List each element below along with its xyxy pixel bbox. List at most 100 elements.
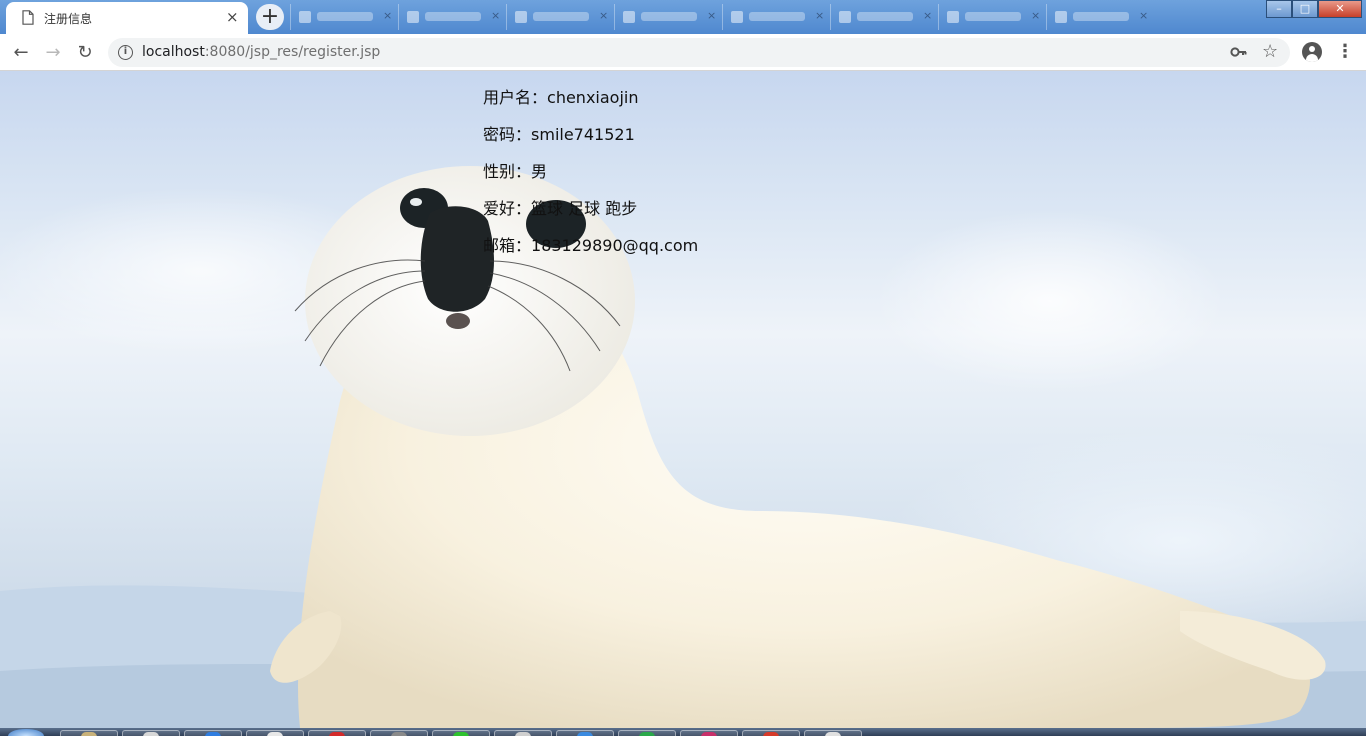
app-icon <box>763 732 779 736</box>
taskbar-button[interactable] <box>308 730 366 736</box>
background-tab[interactable]: × <box>398 4 506 30</box>
new-tab-button[interactable]: + <box>256 4 284 30</box>
field-label: 密码： <box>483 125 532 144</box>
field-label: 性别： <box>483 162 532 181</box>
app-icon <box>267 732 283 736</box>
app-icon <box>205 732 221 736</box>
url-path: :8080/jsp_res/register.jsp <box>204 44 381 60</box>
tab-close-icon[interactable]: × <box>707 9 716 22</box>
field-label: 用户名： <box>483 88 548 107</box>
maximize-button[interactable]: □ <box>1292 0 1318 18</box>
taskbar-button[interactable] <box>246 730 304 736</box>
tab-close-icon[interactable]: × <box>815 9 824 22</box>
site-info-icon[interactable]: i <box>118 45 133 60</box>
page-viewport: 用户名：chenxiaojin 密码：smile741521 性别：男 爱好：篮… <box>0 71 1366 728</box>
taskbar <box>0 728 1366 736</box>
tab-close-icon[interactable]: × <box>491 9 500 22</box>
background-tab[interactable]: × <box>290 4 398 30</box>
info-email: 邮箱：183129890@qq.com <box>483 235 698 272</box>
tab-title <box>317 12 373 21</box>
taskbar-button[interactable] <box>432 730 490 736</box>
info-username: 用户名：chenxiaojin <box>483 87 698 124</box>
field-value: chenxiaojin <box>547 88 639 107</box>
tab-title <box>425 12 481 21</box>
app-icon <box>701 732 717 736</box>
field-label: 邮箱： <box>483 236 532 255</box>
tab-title <box>965 12 1021 21</box>
field-value: smile741521 <box>531 125 635 144</box>
tab-title <box>641 12 697 21</box>
taskbar-button[interactable] <box>804 730 862 736</box>
tab-close-icon[interactable]: × <box>923 9 932 22</box>
bookmark-star-icon[interactable]: ☆ <box>1262 41 1278 62</box>
tab-favicon-icon <box>515 11 527 23</box>
key-icon[interactable] <box>1230 44 1248 60</box>
tab-favicon-icon <box>947 11 959 23</box>
field-label: 爱好： <box>483 199 532 218</box>
account-icon[interactable] <box>1302 42 1322 62</box>
tab-title: 注册信息 <box>44 12 93 26</box>
tab-close-icon[interactable]: × <box>226 8 239 26</box>
field-value: 183129890@qq.com <box>531 236 699 255</box>
field-value: 篮球 足球 跑步 <box>531 199 638 218</box>
taskbar-button[interactable] <box>494 730 552 736</box>
tab-favicon-icon <box>407 11 419 23</box>
field-value: 男 <box>531 162 548 181</box>
background-tab[interactable]: × <box>830 4 938 30</box>
tab-favicon-icon <box>731 11 743 23</box>
window-controls: – □ ✕ <box>1266 0 1362 18</box>
taskbar-button[interactable] <box>60 730 118 736</box>
tab-favicon-icon <box>839 11 851 23</box>
address-bar[interactable]: i localhost:8080/jsp_res/register.jsp ☆ <box>108 38 1290 67</box>
background-tab[interactable]: × <box>1046 4 1154 30</box>
registration-info: 用户名：chenxiaojin 密码：smile741521 性别：男 爱好：篮… <box>483 87 698 272</box>
background-tab[interactable]: × <box>506 4 614 30</box>
tab-favicon-icon <box>623 11 635 23</box>
tab-title <box>1073 12 1129 21</box>
tab-favicon-icon <box>1055 11 1067 23</box>
tab-strip: 注册信息 × + × × × × × × × × – □ ✕ <box>0 0 1366 34</box>
background-tab[interactable]: × <box>614 4 722 30</box>
taskbar-button[interactable] <box>122 730 180 736</box>
back-arrow-icon[interactable]: ← <box>8 40 34 66</box>
reload-icon[interactable]: ↻ <box>72 40 98 66</box>
app-icon <box>143 732 159 736</box>
url-text[interactable]: localhost:8080/jsp_res/register.jsp <box>142 44 380 60</box>
tab-close-icon[interactable]: × <box>1139 9 1148 22</box>
app-icon <box>81 732 97 736</box>
close-window-button[interactable]: ✕ <box>1318 0 1362 18</box>
info-hobbies: 爱好：篮球 足球 跑步 <box>483 198 698 235</box>
document-icon <box>22 10 34 25</box>
taskbar-button[interactable] <box>742 730 800 736</box>
menu-kebab-icon[interactable]: ⋮ <box>1336 41 1354 65</box>
tab-favicon-icon <box>299 11 311 23</box>
tab-title <box>533 12 589 21</box>
tab-title <box>857 12 913 21</box>
taskbar-button[interactable] <box>618 730 676 736</box>
browser-toolbar: ← → ↻ i localhost:8080/jsp_res/register.… <box>0 34 1366 71</box>
taskbar-button[interactable] <box>556 730 614 736</box>
app-icon <box>825 732 841 736</box>
taskbar-button[interactable] <box>370 730 428 736</box>
tab-close-icon[interactable]: × <box>383 9 392 22</box>
info-gender: 性别：男 <box>483 161 698 198</box>
app-icon <box>329 732 345 736</box>
app-icon <box>453 732 469 736</box>
background-tab[interactable]: × <box>938 4 1046 30</box>
app-icon <box>515 732 531 736</box>
info-password: 密码：smile741521 <box>483 124 698 161</box>
start-orb-icon[interactable] <box>8 729 44 736</box>
tab-close-icon[interactable]: × <box>599 9 608 22</box>
tab-register-info[interactable]: 注册信息 × <box>6 2 248 34</box>
forward-arrow-icon[interactable]: → <box>40 40 66 66</box>
tab-title <box>749 12 805 21</box>
app-icon <box>391 732 407 736</box>
taskbar-button[interactable] <box>680 730 738 736</box>
minimize-button[interactable]: – <box>1266 0 1292 18</box>
tab-close-icon[interactable]: × <box>1031 9 1040 22</box>
taskbar-button[interactable] <box>184 730 242 736</box>
app-icon <box>639 732 655 736</box>
url-host: localhost <box>142 44 205 60</box>
background-tab[interactable]: × <box>722 4 830 30</box>
app-icon <box>577 732 593 736</box>
